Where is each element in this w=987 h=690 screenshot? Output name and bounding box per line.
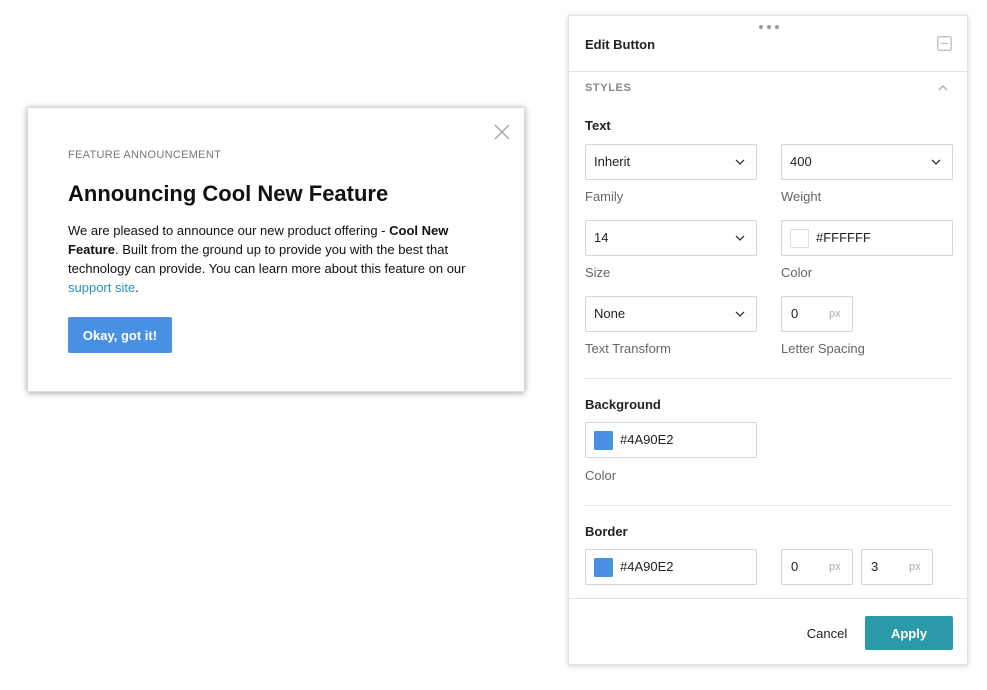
font-weight-select[interactable]: 400	[781, 144, 953, 180]
border-radius-unit: px	[909, 561, 921, 573]
letter-spacing-unit: px	[829, 308, 841, 320]
announcement-modal: FEATURE ANNOUNCEMENT Announcing Cool New…	[27, 107, 525, 392]
border-group-title: Border	[585, 524, 628, 539]
chevron-up-icon[interactable]	[938, 84, 948, 91]
text-transform-label: Text Transform	[585, 341, 671, 356]
cancel-button[interactable]: Cancel	[797, 616, 857, 650]
section-divider	[585, 505, 952, 506]
modal-body-end: .	[135, 280, 139, 295]
weight-label: Weight	[781, 189, 822, 204]
font-family-select[interactable]: Inherit	[585, 144, 757, 180]
border-radius-value: 3	[871, 559, 879, 574]
text-transform-value: None	[594, 306, 626, 321]
close-icon[interactable]	[493, 123, 511, 141]
background-color-value: #4A90E2	[620, 432, 674, 447]
border-color-field[interactable]: #4A90E2	[585, 549, 757, 585]
minimize-icon[interactable]	[937, 36, 952, 51]
background-color-swatch[interactable]	[594, 431, 613, 450]
family-label: Family	[585, 189, 624, 204]
background-color-label: Color	[585, 468, 617, 483]
chevron-down-icon	[931, 159, 941, 165]
styles-section-label: STYLES	[585, 82, 632, 94]
letter-spacing-value: 0	[791, 306, 799, 321]
font-size-select[interactable]: 14	[585, 220, 757, 256]
border-width-unit: px	[829, 561, 841, 573]
border-radius-input[interactable]: 3 px	[861, 549, 933, 585]
section-divider	[585, 378, 952, 379]
modal-body-intro: We are pleased to announce our new produ…	[68, 223, 390, 238]
border-color-value: #4A90E2	[620, 559, 674, 574]
chevron-down-icon	[735, 235, 745, 241]
modal-title: Announcing Cool New Feature	[68, 181, 389, 206]
support-site-link[interactable]: support site	[68, 280, 135, 295]
text-color-value: #FFFFFF	[816, 230, 871, 245]
border-width-input[interactable]: 0 px	[781, 549, 853, 585]
size-label: Size	[585, 265, 611, 280]
text-group-title: Text	[585, 118, 611, 133]
modal-body-middle: . Built from the ground up to provide yo…	[68, 242, 466, 276]
font-family-value: Inherit	[594, 154, 631, 169]
text-color-field[interactable]: #FFFFFF	[781, 220, 953, 256]
footer-divider	[569, 598, 967, 599]
chevron-down-icon	[735, 159, 745, 165]
text-transform-select[interactable]: None	[585, 296, 757, 332]
background-color-field[interactable]: #4A90E2	[585, 422, 757, 458]
background-group-title: Background	[585, 397, 661, 412]
modal-eyebrow: FEATURE ANNOUNCEMENT	[68, 149, 222, 161]
chevron-down-icon	[735, 311, 745, 317]
styles-scroll-area[interactable]: STYLES Text Inherit Family 400 Weight 14…	[569, 72, 967, 598]
font-weight-value: 400	[790, 154, 812, 169]
okay-got-it-button[interactable]: Okay, got it!	[68, 317, 172, 353]
edit-button-panel: Edit Button STYLES Text Inherit Family 4…	[568, 15, 968, 665]
drag-handle-icon[interactable]	[759, 25, 779, 31]
letter-spacing-input[interactable]: 0 px	[781, 296, 853, 332]
apply-button[interactable]: Apply	[865, 616, 953, 650]
text-color-swatch[interactable]	[790, 229, 809, 248]
font-size-value: 14	[594, 230, 609, 245]
letter-spacing-label: Letter Spacing	[781, 341, 865, 356]
border-width-value: 0	[791, 559, 799, 574]
text-color-label: Color	[781, 265, 813, 280]
border-color-swatch[interactable]	[594, 558, 613, 577]
panel-title: Edit Button	[585, 37, 656, 52]
modal-body: We are pleased to announce our new produ…	[68, 221, 488, 297]
